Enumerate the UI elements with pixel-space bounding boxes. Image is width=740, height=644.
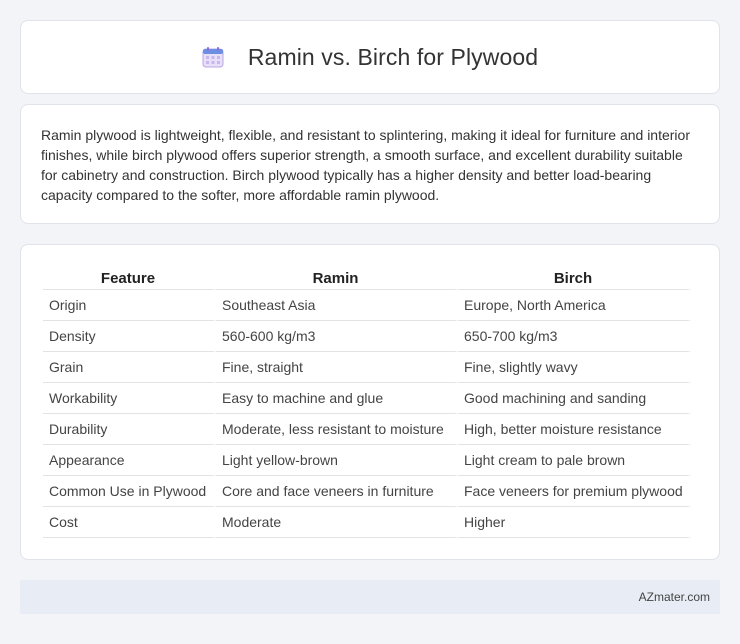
ramin-cell: Easy to machine and glue	[216, 383, 458, 414]
table-row: Origin Southeast Asia Europe, North Amer…	[43, 290, 691, 321]
table-row: Cost Moderate Higher	[43, 507, 691, 538]
feature-cell: Workability	[43, 383, 216, 414]
summary-text: Ramin plywood is lightweight, flexible, …	[41, 127, 690, 203]
table-row: Workability Easy to machine and glue Goo…	[43, 383, 691, 414]
ramin-cell: Moderate, less resistant to moisture	[216, 414, 458, 445]
table-header-row: Feature Ramin Birch	[43, 266, 691, 290]
feature-cell: Common Use in Plywood	[43, 476, 216, 507]
header-birch: Birch	[458, 266, 691, 290]
ramin-cell: Fine, straight	[216, 352, 458, 383]
birch-cell: 650-700 kg/m3	[458, 321, 691, 352]
ramin-cell: Light yellow-brown	[216, 445, 458, 476]
ramin-cell: 560-600 kg/m3	[216, 321, 458, 352]
feature-cell: Appearance	[43, 445, 216, 476]
birch-cell: Fine, slightly wavy	[458, 352, 691, 383]
feature-cell: Cost	[43, 507, 216, 538]
ramin-cell: Moderate	[216, 507, 458, 538]
birch-cell: Light cream to pale brown	[458, 445, 691, 476]
table-row: Density 560-600 kg/m3 650-700 kg/m3	[43, 321, 691, 352]
footer: AZmater.com	[20, 580, 720, 614]
ramin-cell: Southeast Asia	[216, 290, 458, 321]
header-feature: Feature	[43, 266, 216, 290]
birch-cell: Face veneers for premium plywood	[458, 476, 691, 507]
feature-cell: Density	[43, 321, 216, 352]
header-ramin: Ramin	[216, 266, 458, 290]
table-row: Appearance Light yellow-brown Light crea…	[43, 445, 691, 476]
table-row: Durability Moderate, less resistant to m…	[43, 414, 691, 445]
table-row: Common Use in Plywood Core and face vene…	[43, 476, 691, 507]
footer-brand: AZmater.com	[638, 590, 710, 604]
birch-cell: Europe, North America	[458, 290, 691, 321]
birch-cell: Higher	[458, 507, 691, 538]
birch-cell: Good machining and sanding	[458, 383, 691, 414]
ramin-cell: Core and face veneers in furniture	[216, 476, 458, 507]
feature-cell: Origin	[43, 290, 216, 321]
comparison-table: Feature Ramin Birch Origin Southeast Asi…	[43, 266, 691, 538]
summary-card: Ramin plywood is lightweight, flexible, …	[20, 104, 720, 224]
title-card: Ramin vs. Birch for Plywood	[20, 20, 720, 94]
feature-cell: Grain	[43, 352, 216, 383]
calendar-icon	[202, 47, 224, 68]
feature-cell: Durability	[43, 414, 216, 445]
page-title: Ramin vs. Birch for Plywood	[247, 43, 539, 70]
comparison-table-card: Feature Ramin Birch Origin Southeast Asi…	[20, 244, 720, 560]
birch-cell: High, better moisture resistance	[458, 414, 691, 445]
table-row: Grain Fine, straight Fine, slightly wavy	[43, 352, 691, 383]
